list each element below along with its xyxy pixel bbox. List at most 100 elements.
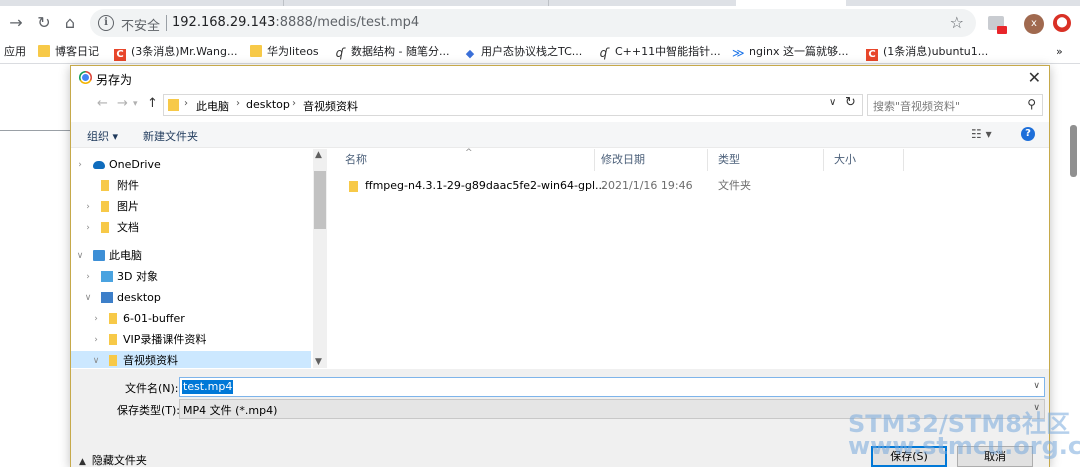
breadcrumb-item[interactable]: 音视频资料 [303,98,358,114]
recent-dropdown-icon[interactable]: ▾ [133,99,138,109]
tree-label: OneDrive [109,158,161,171]
cnblogs-icon: ʠ [335,46,345,60]
scroll-down-icon[interactable]: ▼ [315,357,322,367]
organize-button[interactable]: 组织 ▾ [87,128,118,144]
folder-icon [109,313,117,324]
chevron-right-icon[interactable]: › [83,218,93,238]
chevron-down-icon[interactable]: ∨ [829,97,836,108]
scroll-thumb[interactable] [314,171,326,229]
folder-icon [101,222,109,233]
address-bar[interactable]: i 不安全 192.168.29.143:8888/medis/test.mp4… [90,9,976,37]
home-icon[interactable]: ⌂ [60,13,80,33]
tree-item-attachments[interactable]: 附件 [71,176,311,196]
folder-icon [250,45,262,57]
folder-icon [109,334,117,345]
column-label: 大小 [834,153,856,166]
sort-ascending-icon: ^ [465,148,473,158]
bookmark-apps[interactable]: 应用 [4,44,26,60]
chevrons-icon: ≫ [732,46,745,60]
tree-item-pictures[interactable]: › 图片 [71,197,311,217]
bookmark-item[interactable]: ◆ 用户态协议栈之TC... [464,44,582,60]
chevron-right-icon[interactable]: › [75,155,85,175]
star-icon[interactable]: ☆ [950,13,964,32]
chevron-right-icon[interactable]: › [236,98,240,109]
back-arrow-icon[interactable]: ← [97,96,108,111]
reload-icon[interactable]: ↻ [34,13,54,33]
help-icon[interactable]: ? [1021,127,1035,141]
scroll-up-icon[interactable]: ▲ [315,150,322,160]
bookmark-label: (1条消息)ubuntu1... [883,45,989,58]
chevron-down-icon[interactable]: ∨ [91,351,101,368]
bookmarks-overflow[interactable]: » [1056,44,1063,60]
tree-item-documents[interactable]: › 文档 [71,218,311,238]
chevron-right-icon[interactable]: › [83,267,93,287]
bookmark-label: C++11中智能指针... [615,45,721,58]
tree-item-buffer[interactable]: › 6-01-buffer [71,309,311,329]
tree-item-this-pc[interactable]: ∨ 此电脑 [71,246,311,266]
bookmark-label: nginx 这一篇就够... [749,45,849,58]
tree-label: 图片 [117,200,139,213]
bookmark-item[interactable]: 华为liteos [250,44,319,60]
column-label: 类型 [718,153,740,166]
bookmark-item[interactable]: 博客日记 [38,44,99,60]
filename-field[interactable]: test.mp4 ∨ [179,377,1045,397]
bookmark-item[interactable]: C (1条消息)ubuntu1... [866,44,989,61]
tree-item-desktop[interactable]: ∨ desktop [71,288,311,308]
table-row[interactable]: ffmpeg-n4.3.1-29-g89daac5fe2-win64-gpl..… [335,176,1051,196]
url-text[interactable]: 192.168.29.143:8888/medis/test.mp4 [172,15,419,30]
filename-label: 文件名(N): [125,382,179,395]
filetype-value: MP4 文件 (*.mp4) [183,404,278,417]
column-header-name[interactable]: 名称 ^ [335,148,595,171]
bookmark-item[interactable]: ≫ nginx 这一篇就够... [732,44,848,60]
chevron-right-icon[interactable]: › [184,98,188,109]
chevron-down-icon[interactable]: ∨ [75,246,85,266]
up-arrow-icon[interactable]: ↑ [147,96,158,111]
tree-item-onedrive[interactable]: › OneDrive [71,155,311,175]
breadcrumb-item[interactable]: 此电脑 [196,98,229,114]
tree-item-3d-objects[interactable]: › 3D 对象 [71,267,311,287]
chevron-right-icon[interactable]: › [91,309,101,329]
tree-label: 文档 [117,221,139,234]
url-path: :8888/medis/test.mp4 [275,15,420,30]
file-list: 名称 ^ 修改日期 类型 大小 ffmpeg-n4.3.1-29-g89daac… [335,148,1051,368]
divider [166,15,167,31]
adblock-icon[interactable]: ⬤ [1053,14,1071,32]
extension-icon[interactable] [988,16,1007,34]
chevron-right-icon[interactable]: › [91,330,101,350]
folder-icon [349,181,358,192]
breadcrumb[interactable]: › 此电脑 › desktop › 音视频资料 [163,94,863,116]
column-header-type[interactable]: 类型 [708,149,824,171]
info-icon[interactable]: i [98,15,114,31]
file-name: ffmpeg-n4.3.1-29-g89daac5fe2-win64-gpl..… [365,179,606,192]
chevron-down-icon[interactable]: ∨ [1033,381,1040,391]
search-input[interactable]: 搜索"音视频资料" ⚲ [867,94,1043,116]
close-icon[interactable]: ✕ [1028,68,1041,87]
chevron-right-icon[interactable]: › [83,197,93,217]
new-folder-button[interactable]: 新建文件夹 [143,128,198,144]
browser-toolbar: → ↻ ⌂ i 不安全 192.168.29.143:8888/medis/te… [0,6,1080,40]
breadcrumb-item[interactable]: desktop [246,98,290,111]
forward-arrow-icon[interactable]: → [117,96,128,111]
column-header-size[interactable]: 大小 [824,149,904,171]
bookmark-label: (3条消息)Mr.Wang... [131,45,238,58]
tree-item-av-materials[interactable]: ∨ 音视频资料 [71,351,311,368]
hide-folders-toggle[interactable]: ▲ 隐藏文件夹 [79,452,147,467]
search-placeholder: 搜索"音视频资料" [873,100,961,113]
chevron-down-icon[interactable]: ∨ [83,288,93,308]
chevron-right-icon[interactable]: › [292,98,296,109]
bookmark-item[interactable]: C (3条消息)Mr.Wang... [114,44,238,61]
navigation-scrollbar[interactable]: ▲ ▼ [313,149,327,368]
page-scrollbar[interactable] [1070,125,1077,177]
tree-item-vip[interactable]: › VIP录播课件资料 [71,330,311,350]
bookmark-item[interactable]: ʠ C++11中智能指针... [598,44,721,60]
view-options-icon[interactable]: ☷ ▾ [971,127,992,141]
filetype-label: 保存类型(T): [117,404,181,417]
filename-value[interactable]: test.mp4 [182,380,234,394]
refresh-icon[interactable]: ↻ [845,95,856,110]
dialog-title: 另存为 [96,73,133,87]
avatar[interactable]: x [1024,14,1044,34]
bookmark-item[interactable]: ʠ 数据结构 - 随笔分... [334,44,450,60]
forward-icon[interactable]: → [6,13,26,33]
column-header-modified[interactable]: 修改日期 [591,149,708,171]
bookmark-label: 博客日记 [55,45,99,58]
